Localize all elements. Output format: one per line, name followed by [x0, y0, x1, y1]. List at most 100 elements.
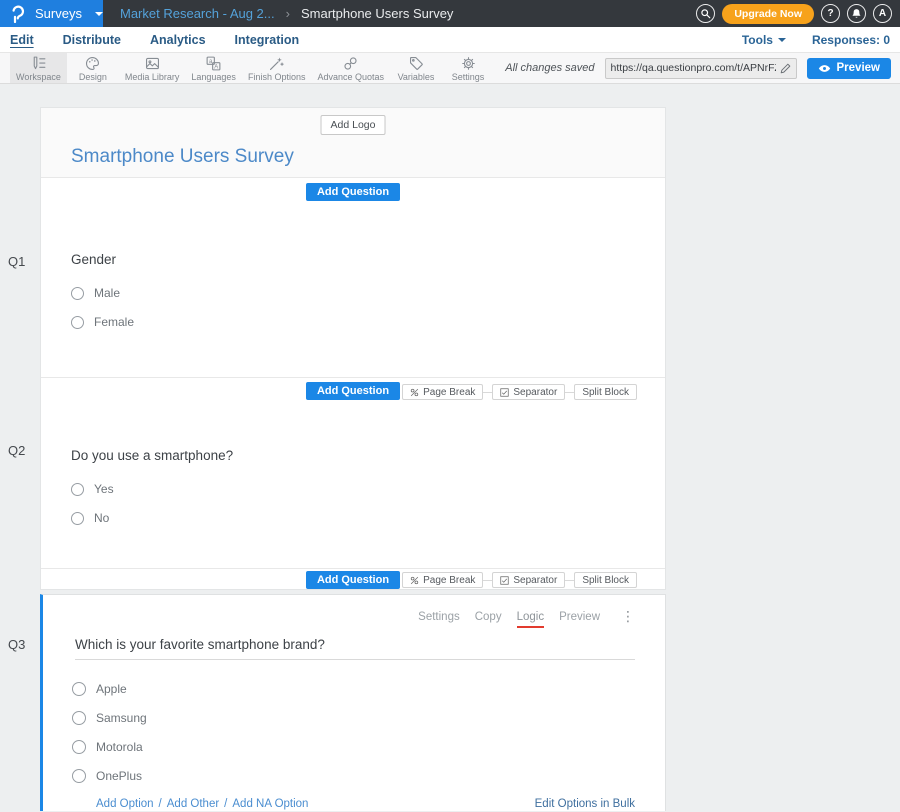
- topbar-actions: Upgrade Now ? A: [696, 4, 900, 24]
- edit-options-in-bulk-link[interactable]: Edit Options in Bulk: [535, 798, 635, 810]
- toolbar-item-languages[interactable]: a A Languages: [185, 53, 242, 83]
- radio-icon[interactable]: [71, 512, 84, 525]
- survey-url-field[interactable]: [605, 58, 797, 79]
- option-list: Apple Samsung Motorola OnePlus: [72, 682, 635, 783]
- option-label[interactable]: Male: [94, 286, 120, 300]
- question-text[interactable]: Gender: [71, 252, 635, 270]
- add-logo-button[interactable]: Add Logo: [321, 115, 386, 135]
- toolbar-item-label: Workspace: [16, 72, 61, 82]
- advance-quotas-icon: [342, 55, 359, 72]
- help-button[interactable]: ?: [821, 4, 840, 23]
- edit-url-button[interactable]: [780, 63, 791, 74]
- question-logic-link[interactable]: Logic: [517, 611, 545, 628]
- option-label[interactable]: No: [94, 511, 109, 525]
- question-code-q2: Q2: [8, 443, 25, 458]
- notifications-button[interactable]: [847, 4, 866, 23]
- toolbar-item-label: Design: [79, 72, 107, 82]
- option-label[interactable]: Yes: [94, 482, 114, 496]
- top-navbar: Surveys Market Research - Aug 2... › Sma…: [0, 0, 900, 27]
- option-row[interactable]: Motorola: [72, 740, 635, 754]
- separator-button[interactable]: Separator: [492, 572, 565, 588]
- question-settings-link[interactable]: Settings: [418, 611, 460, 623]
- product-switcher[interactable]: Surveys: [0, 0, 103, 27]
- option-label[interactable]: Female: [94, 315, 134, 329]
- radio-icon[interactable]: [72, 682, 86, 696]
- add-question-button[interactable]: Add Question: [306, 382, 400, 400]
- question-copy-link[interactable]: Copy: [475, 611, 502, 623]
- questionpro-logo-icon[interactable]: [11, 5, 26, 23]
- toolbar-item-label: Languages: [191, 72, 236, 82]
- separator-button[interactable]: Separator: [492, 384, 565, 400]
- add-question-button[interactable]: Add Question: [306, 571, 400, 589]
- question-preview-link[interactable]: Preview: [559, 611, 600, 623]
- radio-icon[interactable]: [72, 740, 86, 754]
- toolbar-item-settings[interactable]: Settings: [442, 53, 494, 83]
- add-other-link[interactable]: Add Other: [167, 798, 219, 810]
- languages-icon: a A: [205, 55, 222, 72]
- add-option-link[interactable]: Add Option: [96, 798, 154, 810]
- option-list: Yes No: [71, 482, 635, 525]
- breadcrumb-folder[interactable]: Market Research - Aug 2...: [120, 6, 275, 21]
- upgrade-now-button[interactable]: Upgrade Now: [722, 4, 814, 24]
- tab-integration[interactable]: Integration: [235, 33, 300, 47]
- question-text[interactable]: Which is your favorite smartphone brand?: [75, 637, 635, 660]
- option-row[interactable]: No: [71, 511, 635, 525]
- block-tools: Page Break Separator Split Block: [402, 384, 637, 400]
- toolbar-item-variables[interactable]: Variables: [390, 53, 442, 83]
- radio-icon[interactable]: [72, 711, 86, 725]
- page-break-label: Page Break: [423, 387, 475, 398]
- option-row[interactable]: Apple: [72, 682, 635, 696]
- save-status-text: All changes saved: [505, 62, 594, 74]
- tab-analytics[interactable]: Analytics: [150, 33, 206, 47]
- tab-distribute[interactable]: Distribute: [63, 33, 121, 47]
- radio-icon[interactable]: [72, 769, 86, 783]
- tools-menu[interactable]: Tools: [742, 33, 786, 47]
- survey-title[interactable]: Smartphone Users Survey: [71, 146, 665, 168]
- search-button[interactable]: [696, 4, 715, 23]
- option-label[interactable]: Apple: [96, 682, 127, 696]
- more-options-icon[interactable]: ⋮: [621, 611, 635, 623]
- divider: [565, 580, 574, 581]
- option-row[interactable]: Yes: [71, 482, 635, 496]
- avatar[interactable]: A: [873, 4, 892, 23]
- tab-edit[interactable]: Edit: [10, 33, 34, 47]
- chevron-down-icon: [778, 38, 786, 42]
- radio-icon[interactable]: [71, 483, 84, 496]
- radio-icon[interactable]: [71, 316, 84, 329]
- toolbar-item-finish-options[interactable]: Finish Options: [242, 53, 312, 83]
- option-list: Male Female: [71, 286, 635, 329]
- eye-icon: [818, 62, 831, 75]
- toolbar-item-media-library[interactable]: Media Library: [119, 53, 186, 83]
- split-block-button[interactable]: Split Block: [574, 384, 637, 400]
- page-break-button[interactable]: Page Break: [402, 384, 483, 400]
- responses-count[interactable]: Responses: 0: [812, 33, 890, 47]
- link-separator: /: [224, 798, 227, 810]
- option-row[interactable]: Samsung: [72, 711, 635, 725]
- workspace-icon: [30, 55, 47, 72]
- option-label[interactable]: Samsung: [96, 711, 147, 725]
- add-question-button[interactable]: Add Question: [306, 183, 400, 201]
- gear-icon: [460, 55, 477, 72]
- option-row[interactable]: Male: [71, 286, 635, 300]
- page-break-button[interactable]: Page Break: [402, 572, 483, 588]
- breadcrumb-current-survey: Smartphone Users Survey: [301, 6, 453, 21]
- option-row[interactable]: OnePlus: [72, 769, 635, 783]
- toolbar-item-label: Variables: [398, 72, 435, 82]
- toolbar-item-design[interactable]: Design: [67, 53, 119, 83]
- toolbar-item-advance-quotas[interactable]: Advance Quotas: [311, 53, 390, 83]
- option-label[interactable]: OnePlus: [96, 769, 142, 783]
- add-na-option-link[interactable]: Add NA Option: [232, 798, 308, 810]
- surveys-menu-label[interactable]: Surveys: [35, 6, 82, 21]
- preview-button-label: Preview: [837, 62, 880, 74]
- question-text[interactable]: Do you use a smartphone?: [71, 448, 635, 466]
- question-code-q1: Q1: [8, 254, 25, 269]
- survey-card: Add Logo Smartphone Users Survey Add Que…: [40, 107, 666, 590]
- split-block-button[interactable]: Split Block: [574, 572, 637, 588]
- toolbar-item-workspace[interactable]: Workspace: [10, 53, 67, 83]
- option-row[interactable]: Female: [71, 315, 635, 329]
- survey-url-input[interactable]: [611, 62, 776, 74]
- radio-icon[interactable]: [71, 287, 84, 300]
- separator-label: Separator: [513, 387, 557, 398]
- option-label[interactable]: Motorola: [96, 740, 143, 754]
- preview-button[interactable]: Preview: [807, 58, 891, 79]
